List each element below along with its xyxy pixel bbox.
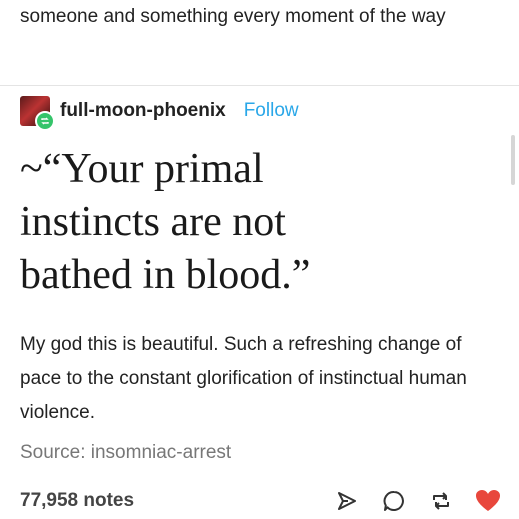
quote-block: ~“Your primal instincts are not bathed i… bbox=[20, 143, 500, 302]
reblog-icon[interactable] bbox=[427, 487, 455, 515]
action-bar bbox=[333, 487, 502, 515]
previous-post-text: someone and something every moment of th… bbox=[20, 6, 446, 27]
quote-line: ~“Your primal bbox=[20, 146, 264, 192]
reblog-badge-icon bbox=[35, 111, 55, 131]
quote-line: instincts are not bbox=[20, 199, 286, 245]
username-link[interactable]: full-moon-phoenix bbox=[60, 100, 226, 122]
reply-icon[interactable] bbox=[380, 487, 408, 515]
notes-count[interactable]: 77,958 notes bbox=[20, 490, 333, 512]
quote-line: bathed in blood.” bbox=[20, 252, 311, 298]
post-divider bbox=[0, 85, 519, 86]
like-icon[interactable] bbox=[474, 487, 502, 515]
source-link[interactable]: Source: insomniac-arrest bbox=[20, 442, 231, 464]
post-body: My god this is beautiful. Such a refresh… bbox=[20, 334, 467, 423]
share-icon[interactable] bbox=[333, 487, 361, 515]
scrollbar[interactable] bbox=[511, 135, 515, 185]
post-header: full-moon-phoenix Follow bbox=[20, 94, 299, 131]
avatar[interactable] bbox=[20, 96, 55, 131]
post-footer: 77,958 notes bbox=[20, 484, 500, 518]
follow-button[interactable]: Follow bbox=[244, 100, 299, 122]
